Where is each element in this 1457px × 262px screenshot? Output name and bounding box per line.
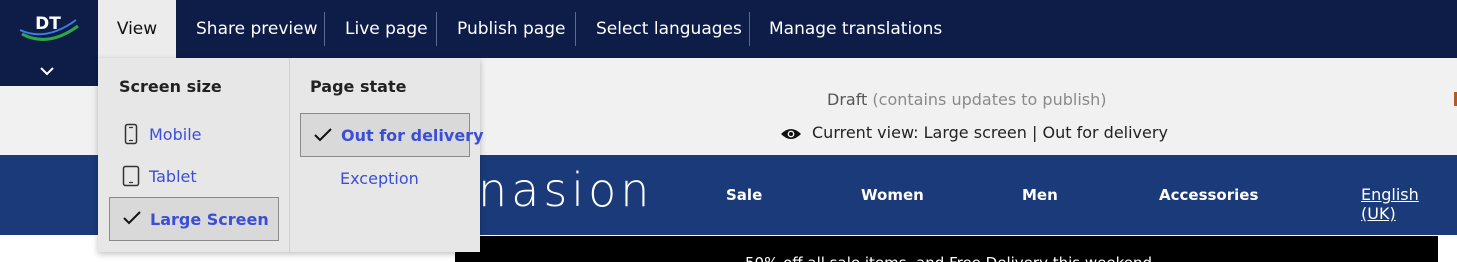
page-state-title: Page state (310, 77, 407, 96)
view-dropdown-menu: Screen size Mobile Tablet Large Screen P… (98, 58, 484, 252)
site-brand: nasion (478, 163, 654, 217)
screen-size-mobile[interactable]: Mobile (109, 120, 279, 150)
screen-size-mobile-label: Mobile (149, 125, 202, 144)
menu-select-languages[interactable]: Select languages (596, 0, 742, 58)
menu-live-page[interactable]: Live page (345, 0, 428, 58)
nav-divider (324, 12, 325, 46)
menu-manage-translations[interactable]: Manage translations (769, 0, 942, 58)
site-nav-women[interactable]: Women (861, 186, 924, 204)
eye-icon (781, 128, 801, 139)
screen-size-title: Screen size (119, 77, 222, 96)
screen-size-large[interactable]: Large Screen (109, 197, 279, 241)
language-switcher[interactable]: English (UK) (1361, 185, 1457, 223)
site-nav-accessories[interactable]: Accessories (1159, 186, 1258, 204)
page-status: Draft (contains updates to publish) (827, 90, 1106, 109)
mobile-icon (124, 123, 138, 145)
screen-size-tablet[interactable]: Tablet (109, 162, 279, 192)
nav-divider (436, 12, 437, 46)
page-state-out-for-delivery-label: Out for delivery (341, 126, 484, 145)
nav-divider (749, 12, 750, 46)
chevron-down-icon[interactable] (40, 66, 54, 76)
promo-banner: 50% off all sale items, and Free Deliver… (455, 236, 1438, 262)
page-state-exception-label: Exception (340, 169, 419, 188)
menu-publish-page[interactable]: Publish page (457, 0, 565, 58)
screen-size-tablet-label: Tablet (149, 167, 197, 186)
status-note: (contains updates to publish) (872, 90, 1107, 109)
menu-share-preview[interactable]: Share preview (196, 0, 317, 58)
menu-view[interactable]: View (98, 0, 176, 58)
page-state-out-for-delivery[interactable]: Out for delivery (300, 113, 484, 157)
screen-size-large-label: Large Screen (150, 210, 269, 229)
current-view-text: Current view: Large screen | Out for del… (812, 123, 1168, 142)
app-logo[interactable]: DT (16, 8, 82, 44)
check-icon (123, 211, 141, 225)
promo-text: 50% off all sale items, and Free Deliver… (745, 254, 1152, 262)
tablet-icon (122, 165, 140, 187)
check-icon (314, 128, 332, 142)
site-nav-men[interactable]: Men (1022, 186, 1058, 204)
current-view-indicator: Current view: Large screen | Out for del… (780, 123, 1168, 142)
page-state-exception[interactable]: Exception (300, 163, 470, 193)
column-divider (289, 58, 290, 252)
logo-text: DT (35, 14, 61, 34)
status-state: Draft (827, 90, 868, 109)
nav-divider (575, 12, 576, 46)
site-nav-sale[interactable]: Sale (726, 186, 762, 204)
